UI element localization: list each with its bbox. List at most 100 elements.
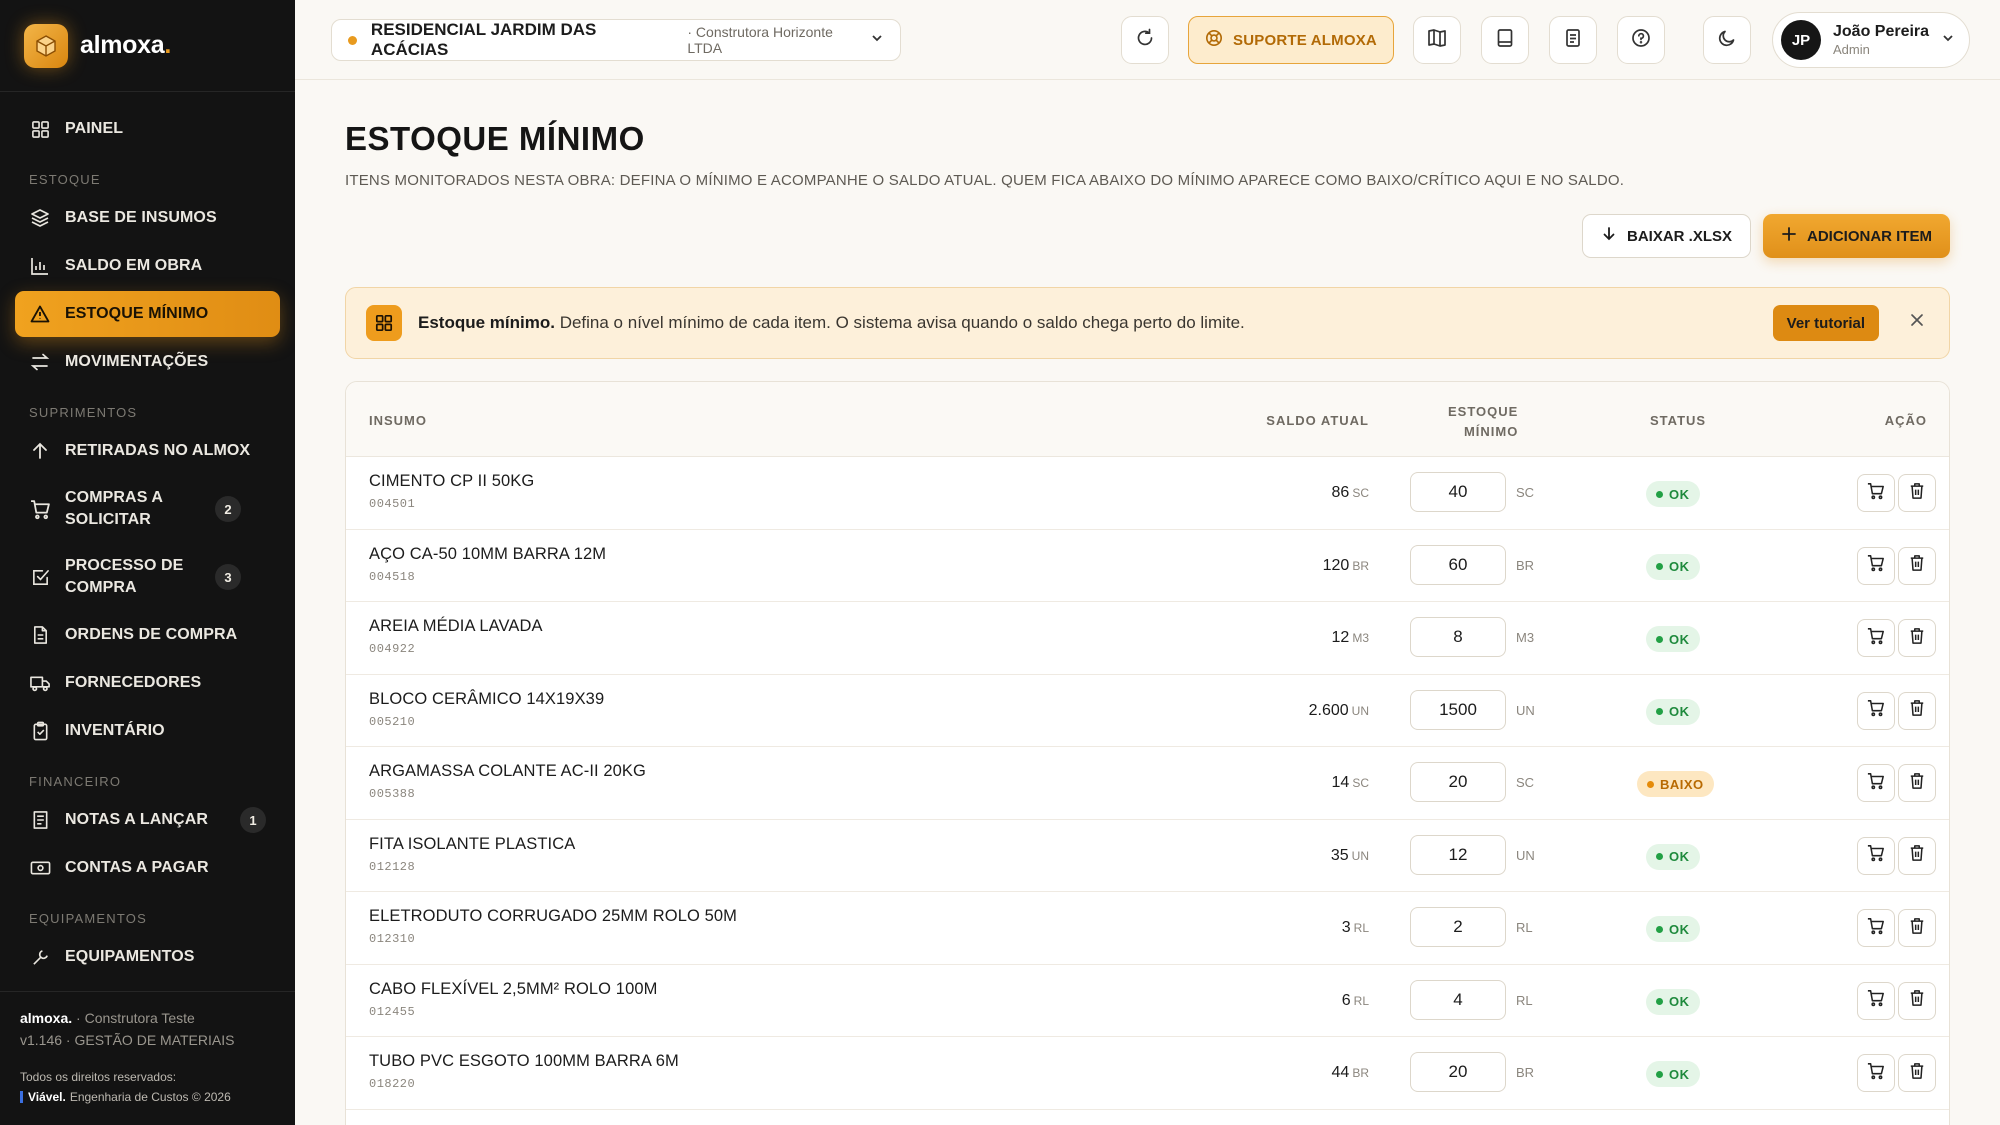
count-badge: 3: [215, 564, 241, 590]
sidebar-item-equipamentos[interactable]: EQUIPAMENTOS: [15, 934, 280, 980]
sidebar-item-estoque-minimo[interactable]: ESTOQUE MÍNIMO: [15, 291, 280, 337]
sidebar-item-movimentacoes[interactable]: MOVIMENTAÇÕES: [15, 339, 280, 385]
brand[interactable]: almoxa.: [0, 0, 295, 92]
minimum-input[interactable]: 12: [1410, 834, 1506, 875]
saldo-value: 6: [1341, 991, 1351, 1009]
purchase-button[interactable]: [1857, 474, 1895, 512]
purchase-button[interactable]: [1857, 619, 1895, 657]
support-label: SUPORTE ALMOXA: [1233, 31, 1377, 49]
sidebar-item-notas-a-lancar[interactable]: NOTAS A LANÇAR 1: [15, 797, 280, 843]
saldo-unit: BR: [1352, 1066, 1369, 1080]
project-company: · Construtora Horizonte LTDA: [687, 24, 833, 56]
sidebar-item-label: FORNECEDORES: [65, 674, 202, 691]
refresh-button[interactable]: [1121, 16, 1169, 64]
user-info: João Pereira Admin: [1833, 23, 1929, 57]
sidebar-item-fornecedores[interactable]: FORNECEDORES: [15, 660, 280, 706]
cart-icon: [1867, 989, 1885, 1012]
minimum-input[interactable]: 2: [1410, 907, 1506, 947]
sidebar-item-processo-de-compra[interactable]: PROCESSO DE COMPRA 3: [15, 544, 280, 610]
delete-button[interactable]: [1898, 474, 1936, 512]
table-row: ELETRODUTO CORRUGADO 25MM ROLO 50M 012310…: [346, 892, 1949, 965]
minimum-input[interactable]: 40: [1410, 472, 1506, 512]
minimum-input[interactable]: 20: [1410, 1052, 1506, 1092]
minimum-unit: BR: [1516, 1065, 1535, 1080]
support-button[interactable]: SUPORTE ALMOXA: [1188, 16, 1394, 64]
sidebar-item-compras-a-solicitar[interactable]: COMPRAS A SOLICITAR 2: [15, 476, 280, 542]
purchase-button[interactable]: [1857, 691, 1895, 730]
tutorial-button[interactable]: Ver tutorial: [1772, 305, 1879, 341]
saldo-unit: UN: [1351, 703, 1369, 718]
delete-button[interactable]: [1898, 836, 1936, 875]
purchase-button[interactable]: [1857, 981, 1895, 1020]
trash-icon: [1909, 917, 1925, 940]
help-button[interactable]: [1617, 16, 1665, 64]
saldo-value: 35: [1330, 846, 1349, 864]
status-badge: OK: [1646, 481, 1700, 507]
minimum-input[interactable]: 60: [1410, 544, 1506, 585]
theme-toggle-button[interactable]: [1703, 16, 1751, 64]
sidebar-item-ordens-de-compra[interactable]: ORDENS DE COMPRA: [15, 612, 280, 658]
minimum-input[interactable]: 20: [1410, 762, 1506, 802]
item-cell: AREIA MÉDIA LAVADA 004922: [369, 617, 543, 656]
chevron-down-icon: [1941, 31, 1955, 50]
sidebar-item-base-de-insumos[interactable]: BASE DE INSUMOS: [15, 195, 280, 241]
delete-button[interactable]: [1898, 764, 1936, 802]
minimum-input[interactable]: 4: [1410, 979, 1506, 1020]
stock-table: INSUMO SALDO ATUAL ESTOQUE MÍNIMO STATUS …: [345, 381, 1950, 1125]
cart-icon: [1867, 1062, 1885, 1085]
trash-icon: [1909, 699, 1925, 722]
minimum-input[interactable]: 1500: [1410, 689, 1506, 730]
delete-button[interactable]: [1898, 1054, 1936, 1092]
sidebar-item-retiradas-no-almox[interactable]: RETIRADAS NO ALMOX: [15, 428, 280, 474]
table-body: CIMENTO CP II 50KG 004501 86 SC 40 SC OK AÇO CA…: [346, 457, 1949, 1110]
delete-button[interactable]: [1898, 619, 1936, 657]
download-icon: [1601, 226, 1627, 246]
purchase-button[interactable]: [1857, 909, 1895, 947]
minimum-input[interactable]: 8: [1410, 617, 1506, 657]
trash-icon: [1909, 844, 1925, 867]
map-button[interactable]: [1413, 16, 1461, 64]
trash-icon: [1909, 1062, 1925, 1085]
cart-icon: [29, 498, 51, 520]
purchase-button[interactable]: [1857, 764, 1895, 802]
user-role: Admin: [1833, 42, 1870, 57]
status-label: OK: [1669, 994, 1690, 1009]
item-name: AÇO CA-50 10MM BARRA 12M: [369, 544, 607, 563]
delete-button[interactable]: [1898, 909, 1936, 947]
delete-button[interactable]: [1898, 981, 1936, 1020]
add-item-button[interactable]: ADICIONAR ITEM: [1763, 214, 1950, 258]
status-badge: BAIXO: [1637, 771, 1714, 797]
user-menu[interactable]: JP João Pereira Admin: [1772, 12, 1970, 68]
sidebar-item-inventario[interactable]: INVENTÁRIO: [15, 708, 280, 754]
purchase-button[interactable]: [1857, 1054, 1895, 1092]
status-label: OK: [1669, 486, 1690, 502]
sidebar-item-saldo-em-obra[interactable]: SALDO EM OBRA: [15, 243, 280, 289]
notebook-button[interactable]: [1481, 16, 1529, 64]
trash-icon: [1909, 772, 1925, 795]
info-banner: Estoque mínimo. Defina o nível mínimo de…: [345, 287, 1950, 359]
status-label: OK: [1669, 921, 1690, 937]
item-code: 005388: [369, 787, 416, 801]
sidebar-item-label: SALDO EM OBRA: [65, 257, 203, 274]
download-xlsx-button[interactable]: BAIXAR .XLSX: [1581, 214, 1751, 258]
plus-icon: [1781, 226, 1807, 246]
close-icon[interactable]: [1909, 312, 1925, 333]
item-code: 012310: [369, 932, 416, 946]
purchase-button[interactable]: [1857, 546, 1895, 585]
saldo-unit: RL: [1353, 993, 1369, 1008]
document-icon: [1564, 28, 1582, 53]
document-button[interactable]: [1549, 16, 1597, 64]
table-row: AÇO CA-50 10MM BARRA 12M 004518 120 BR 60 BR O…: [346, 530, 1949, 602]
chevron-down-icon: [870, 31, 884, 50]
sidebar-item-painel[interactable]: PAINEL: [15, 106, 280, 152]
user-name: João Pereira: [1833, 23, 1930, 40]
saldo-cell: 14 SC: [1332, 774, 1369, 792]
item-name: AREIA MÉDIA LAVADA: [369, 617, 543, 635]
delete-button[interactable]: [1898, 546, 1936, 585]
sidebar-item-label: ORDENS DE COMPRA: [65, 626, 238, 643]
purchase-button[interactable]: [1857, 836, 1895, 875]
delete-button[interactable]: [1898, 691, 1936, 730]
item-name: ELETRODUTO CORRUGADO 25MM ROLO 50M: [369, 907, 737, 925]
sidebar-item-contas-a-pagar[interactable]: CONTAS A PAGAR: [15, 845, 280, 891]
project-selector[interactable]: RESIDENCIAL JARDIM DAS ACÁCIAS · Constru…: [331, 19, 901, 61]
